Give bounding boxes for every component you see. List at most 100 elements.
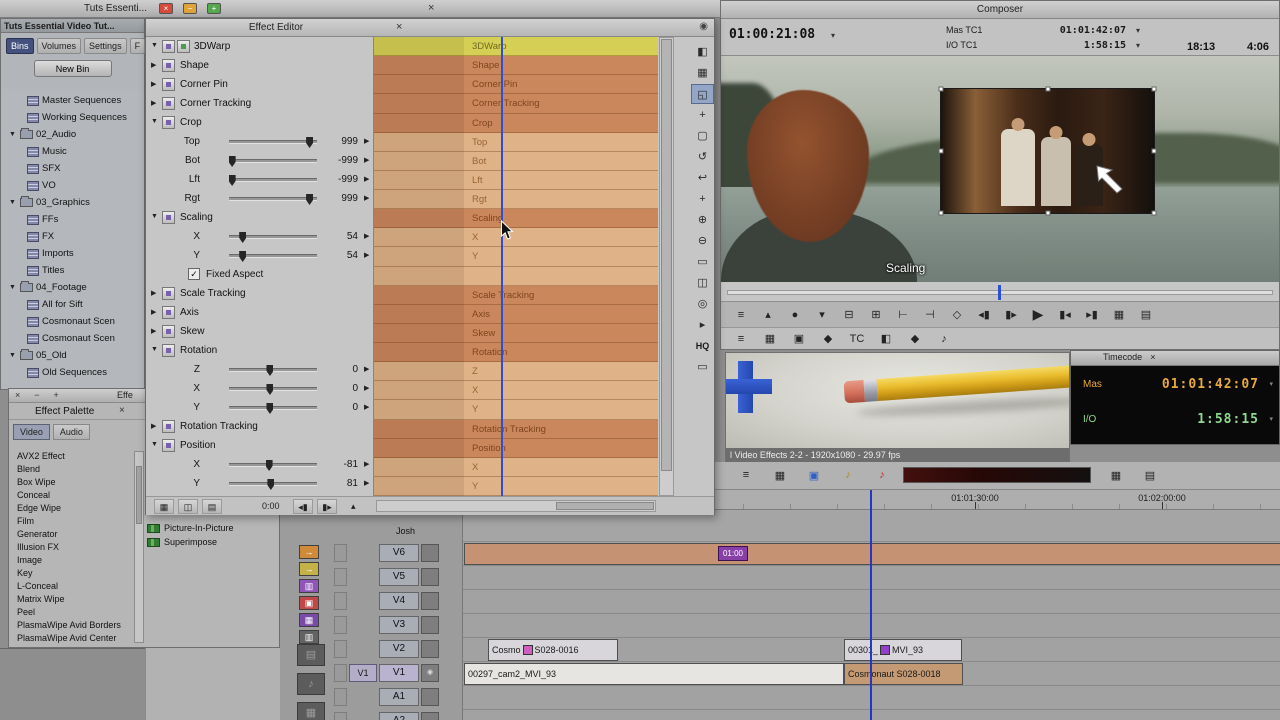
folder-item[interactable]: ▼ 03_Graphics <box>1 194 144 211</box>
safe-area-icon[interactable]: ▭ <box>691 357 714 377</box>
keyframe-nav-icon[interactable]: ▶ <box>364 365 369 373</box>
bin-item[interactable]: FX <box>1 228 144 245</box>
keyframe-track-scale-tracking-13[interactable]: Scale Tracking <box>374 285 658 305</box>
split-view-icon[interactable]: ◫ <box>691 273 714 293</box>
keyframe-track-y-23[interactable]: Y <box>374 476 658 496</box>
keyframe-track-y-19[interactable]: Y <box>374 400 658 420</box>
monitor-button[interactable] <box>421 592 439 610</box>
pip-handle[interactable] <box>1151 86 1157 92</box>
render-icon[interactable]: ◆ <box>818 330 838 348</box>
effect-category-avx2-effect[interactable]: AVX2 Effect <box>11 451 133 464</box>
scrollbar-thumb[interactable] <box>556 502 654 510</box>
bin-item[interactable]: Old Sequences <box>1 364 144 381</box>
disclosure-triangle[interactable]: ▶ <box>151 422 159 430</box>
param-slider[interactable] <box>229 137 317 148</box>
chevron-down-icon[interactable]: ▾ <box>1269 415 1273 423</box>
effect-enable-button[interactable] <box>162 116 175 129</box>
keyframe-track-corner-pin-2[interactable]: Corner Pin <box>374 75 658 95</box>
effect-enable-button[interactable] <box>162 59 175 72</box>
keyframe-nav-icon[interactable]: ▶ <box>364 137 369 145</box>
sync-lock-box[interactable] <box>334 568 347 586</box>
param-slider[interactable] <box>229 460 317 471</box>
disclosure-triangle[interactable]: ▼ <box>151 118 159 125</box>
param-slider[interactable] <box>229 403 317 414</box>
mark-in-icon[interactable]: ⊢ <box>893 306 913 324</box>
close-icon[interactable]: × <box>119 405 125 416</box>
new-bin-button[interactable]: New Bin <box>33 60 112 77</box>
param-slider[interactable] <box>229 479 317 490</box>
bin-item[interactable]: Cosmonaut Scen <box>1 313 144 330</box>
minimize-button[interactable]: − <box>182 3 197 14</box>
audio-tool-icon[interactable]: ♪ <box>297 673 325 695</box>
effect-playhead[interactable] <box>501 37 503 496</box>
pip-handle[interactable] <box>1045 86 1050 92</box>
play-loop-icon[interactable]: ▴ <box>351 501 356 512</box>
scrollbar-thumb[interactable] <box>136 466 142 524</box>
go-to-end-icon[interactable]: ▸▮ <box>1082 306 1102 324</box>
keyframe-track-skew-15[interactable]: Skew <box>374 323 658 343</box>
marker-tool-icon[interactable]: ▥ <box>299 579 319 593</box>
effect-category-conceal[interactable]: Conceal <box>11 490 133 503</box>
sync-lock-box[interactable] <box>334 544 347 562</box>
chevron-down-icon[interactable]: ▾ <box>1136 41 1140 50</box>
segment-overwrite-icon[interactable]: → <box>299 562 319 576</box>
monitor-button[interactable] <box>421 640 439 658</box>
meter-tool-icon[interactable]: ▦ <box>297 702 325 720</box>
keyframe-icon[interactable]: ◆ <box>905 330 925 348</box>
timeline-clip[interactable]: Cosmo S028-0016 <box>488 639 618 661</box>
keyframe-track-y-11[interactable]: Y <box>374 247 658 267</box>
effect-category-matrix-wipe[interactable]: Matrix Wipe <box>11 594 133 607</box>
zoom-icon[interactable]: + <box>54 390 59 400</box>
slider-thumb[interactable] <box>306 194 314 205</box>
keyframe-nav-icon[interactable]: ▶ <box>364 479 369 487</box>
pip-overlay[interactable] <box>938 86 1157 216</box>
disclosure-triangle[interactable]: ▼ <box>151 42 159 49</box>
bin-item[interactable]: Cosmonaut Scen <box>1 330 144 347</box>
hq-icon[interactable]: HQ <box>691 336 714 356</box>
promote-3d-icon[interactable]: ◱ <box>691 84 714 104</box>
go-to-start-icon[interactable]: ▮◂ <box>1055 306 1075 324</box>
effect-enable-button[interactable] <box>162 325 175 338</box>
effect-item-superimpose[interactable]: Superimpose <box>147 535 279 549</box>
rotate-icon[interactable]: ↺ <box>691 147 714 167</box>
grid-view-icon[interactable]: ▦ <box>760 330 780 348</box>
close-icon[interactable]: × <box>15 390 20 400</box>
param-slider[interactable] <box>229 251 317 262</box>
timeline-playhead[interactable] <box>870 490 872 720</box>
keyframe-track-rotation-tracking-20[interactable]: Rotation Tracking <box>374 419 658 439</box>
record-icon[interactable]: ● <box>785 306 805 324</box>
disclosure-triangle[interactable]: ▶ <box>151 80 159 88</box>
disclosure-triangle[interactable]: ▶ <box>151 61 159 69</box>
video-tool-icon[interactable]: ▤ <box>297 644 325 666</box>
monitor-button[interactable] <box>421 712 439 720</box>
pip-handle[interactable] <box>1151 210 1157 216</box>
segment-insert-icon[interactable]: → <box>299 545 319 559</box>
keyframe-nav-icon[interactable]: ▶ <box>364 175 369 183</box>
quad-display-icon[interactable]: ◧ <box>691 42 714 62</box>
horizontal-scrollbar[interactable] <box>376 500 656 512</box>
grid-display-icon[interactable]: ▦ <box>691 63 714 83</box>
sync-lock-box[interactable] <box>334 592 347 610</box>
pip-handle[interactable] <box>938 86 944 92</box>
chevron-down-icon[interactable]: ▾ <box>831 31 835 40</box>
keyframe-track-position-21[interactable]: Position <box>374 438 658 458</box>
bin-item[interactable]: Music <box>1 143 144 160</box>
tab-bins[interactable]: Bins <box>6 38 34 54</box>
source-track-button[interactable] <box>349 592 377 610</box>
step-forward-icon[interactable]: ▮▸ <box>317 499 337 514</box>
disclosure-triangle[interactable]: ▶ <box>151 327 159 335</box>
splice-in-icon[interactable]: ▴ <box>758 306 778 324</box>
composer-position-bar[interactable] <box>721 282 1279 302</box>
record-track-button-a1[interactable]: A1 <box>379 688 419 706</box>
bin-item[interactable]: FFs <box>1 211 144 228</box>
effect-enable-button[interactable] <box>162 420 175 433</box>
effect-category-image[interactable]: Image <box>11 555 133 568</box>
step-forward-icon[interactable]: ▮▸ <box>1001 306 1021 324</box>
close-icon[interactable]: × <box>396 21 402 33</box>
keyframe-track-x-10[interactable]: X <box>374 228 658 248</box>
composer-title[interactable]: Composer <box>721 1 1279 19</box>
disclosure-triangle[interactable]: ▼ <box>9 131 17 138</box>
effect-editor-titlebar[interactable]: Effect Editor × ◉ <box>146 19 714 37</box>
close-button[interactable]: × <box>158 3 173 14</box>
slider-thumb[interactable] <box>239 232 247 243</box>
